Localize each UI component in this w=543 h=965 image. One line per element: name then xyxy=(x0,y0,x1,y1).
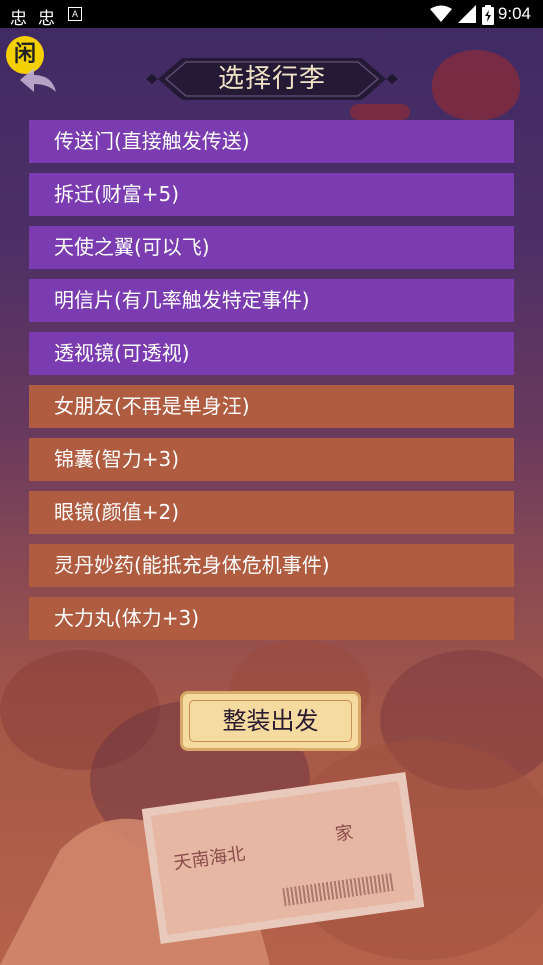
depart-button-label: 整装出发 xyxy=(222,707,319,735)
luggage-item-girlfriend[interactable]: 女朋友(不再是单身汪) xyxy=(29,385,514,428)
luggage-item-demolition[interactable]: 拆迁(财富+5) xyxy=(29,173,514,216)
app-notification-icon: 忠 xyxy=(10,9,27,28)
ticket-origin: 天南海北 xyxy=(172,843,247,875)
luggage-item-portal[interactable]: 传送门(直接触发传送) xyxy=(29,120,514,163)
status-bar: 忠 忠 A 9:04 xyxy=(0,0,543,28)
luggage-item-elixir[interactable]: 灵丹妙药(能抵充身体危机事件) xyxy=(29,544,514,587)
back-arrow-icon[interactable] xyxy=(18,66,58,94)
signal-icon xyxy=(458,5,476,23)
ticket-barcode xyxy=(282,873,394,907)
luggage-item-glasses[interactable]: 眼镜(颜值+2) xyxy=(29,491,514,534)
depart-button[interactable]: 整装出发 xyxy=(180,691,361,751)
battery-icon xyxy=(482,5,494,25)
luggage-item-angel-wings[interactable]: 天使之翼(可以飞) xyxy=(29,226,514,269)
clock: 9:04 xyxy=(497,4,531,23)
page-title: 选择行李 xyxy=(217,64,326,94)
a-notification-icon: A xyxy=(68,7,82,21)
luggage-item-silk-bag[interactable]: 锦囊(智力+3) xyxy=(29,438,514,481)
app-notification-icon: 忠 xyxy=(38,9,55,28)
luggage-item-postcard[interactable]: 明信片(有几率触发特定事件) xyxy=(29,279,514,322)
lantern-decoration xyxy=(350,104,410,120)
luggage-item-xray-glasses[interactable]: 透视镜(可透视) xyxy=(29,332,514,375)
wifi-icon xyxy=(430,5,452,22)
ticket-destination: 家 xyxy=(333,822,355,846)
luggage-item-strength-pill[interactable]: 大力丸(体力+3) xyxy=(29,597,514,640)
lantern-decoration xyxy=(432,50,520,120)
